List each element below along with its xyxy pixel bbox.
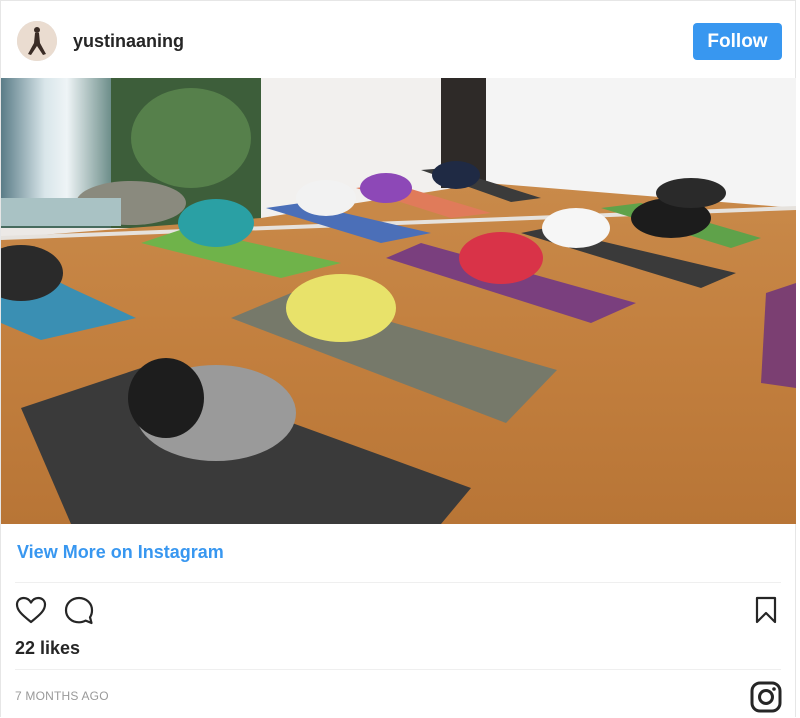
divider xyxy=(15,582,781,583)
instagram-embed-card: yustinaaning Follow View More on Instagr… xyxy=(0,0,797,718)
bookmark-icon[interactable] xyxy=(754,596,778,629)
post-timestamp[interactable]: 7 MONTHS AGO xyxy=(15,689,109,703)
comment-icon[interactable] xyxy=(63,595,95,632)
post-image[interactable] xyxy=(0,78,797,524)
post-header: yustinaaning Follow xyxy=(1,1,795,78)
avatar[interactable] xyxy=(17,21,57,61)
heart-icon[interactable] xyxy=(15,596,47,629)
instagram-logo-icon[interactable] xyxy=(750,681,782,718)
view-more-link[interactable]: View More on Instagram xyxy=(17,542,224,563)
divider xyxy=(15,669,781,670)
follow-button[interactable]: Follow xyxy=(693,23,782,60)
username[interactable]: yustinaaning xyxy=(73,31,184,52)
likes-count[interactable]: 22 likes xyxy=(15,638,80,659)
